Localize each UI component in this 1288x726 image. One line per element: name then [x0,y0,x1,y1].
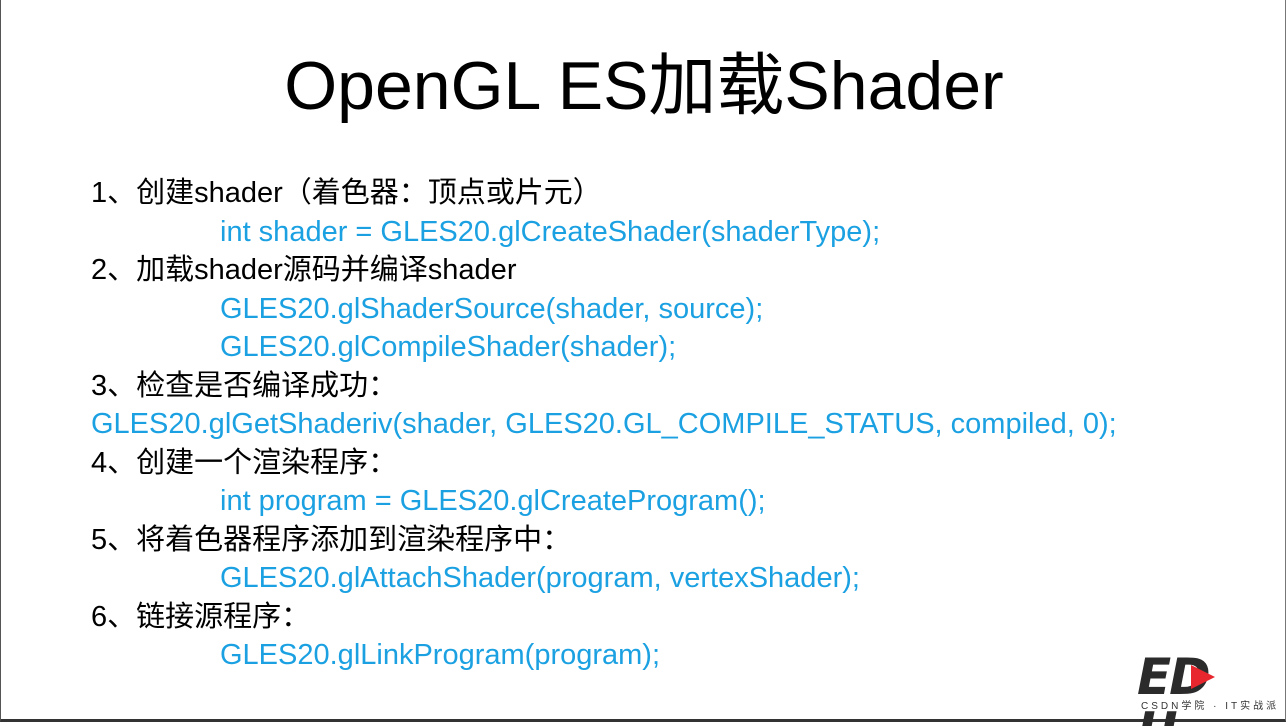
content-line: 1、创建shader（着色器：顶点或片元） [91,177,602,209]
edu-logo: EDU CSDN学院 · IT实战派 [1137,650,1276,726]
content-line: 2、加载shader源码并编译shader [91,254,517,286]
slide: OpenGL ES加载Shader 1、创建shader（着色器：顶点或片元） … [0,0,1286,726]
slide-content: 1、创建shader（着色器：顶点或片元） int shader = GLES2… [91,174,1271,675]
content-line: 5、将着色器程序添加到渲染程序中： [91,523,572,556]
slide-title: OpenGL ES加载Shader [284,48,1004,124]
content-line: GLES20.glLinkProgram(program); [220,639,661,671]
content-line: GLES20.glCompileShader(shader); [220,331,677,363]
content-line: GLES20.glShaderSource(shader, source); [220,292,764,325]
play-icon-shape [1191,665,1215,689]
content-line: 3、检查是否编译成功： [91,369,398,402]
content-line: int program = GLES20.glCreateProgram(); [220,485,766,517]
content-line: GLES20.glGetShaderiv(shader, GLES20.GL_C… [91,408,1117,440]
content-line: int shader = GLES20.glCreateShader(shade… [220,215,881,248]
logo-subtitle: CSDN学院 · IT实战派 [1141,701,1280,712]
content-line: GLES20.glAttachShader(program, vertexSha… [220,562,860,594]
content-line: 6、链接源程序： [91,600,311,633]
content-line: 4、创建一个渲染程序： [91,446,398,479]
play-icon [1191,665,1215,689]
